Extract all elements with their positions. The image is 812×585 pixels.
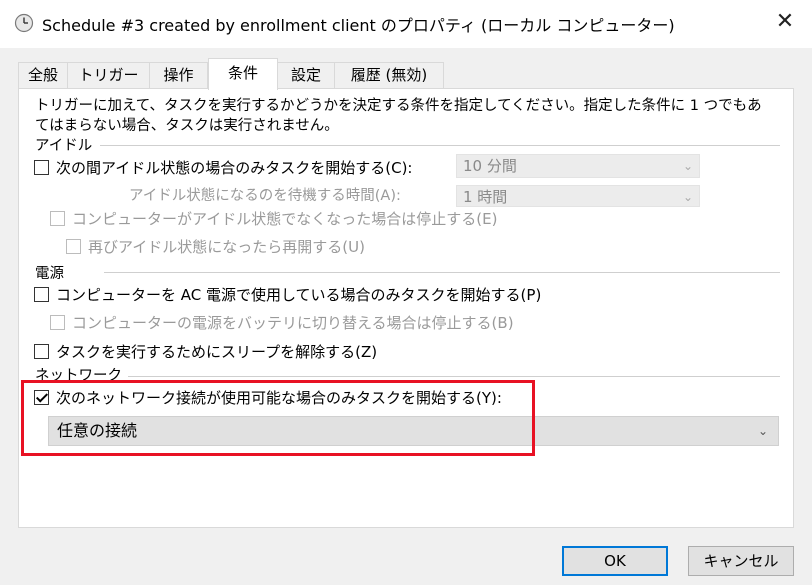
title-bar: Schedule #3 created by enrollment client…	[0, 0, 812, 48]
network-group-divider	[128, 376, 780, 377]
power-group-label: 電源	[35, 266, 64, 282]
wake-label: タスクを実行するためにスリープを解除する(Z)	[56, 343, 378, 361]
wake-option[interactable]: タスクを実行するためにスリープを解除する(Z)	[34, 341, 377, 362]
stop-on-battery-checkbox[interactable]	[50, 315, 65, 330]
stop-on-battery-label: コンピューターの電源をバッテリに切り替える場合は停止する(B)	[72, 314, 514, 332]
cancel-button[interactable]: キャンセル	[688, 546, 794, 576]
wait-duration-select[interactable]: 1 時間 ⌄	[456, 185, 700, 207]
chevron-down-icon: ⌄	[757, 424, 768, 438]
wait-duration-label: アイドル状態になるのを待機する時間(A):	[129, 188, 401, 204]
restart-on-idle-label: 再びアイドル状態になったら再開する(U)	[88, 238, 365, 256]
tab-history[interactable]: 履歴 (無効)	[334, 62, 444, 88]
chevron-down-icon: ⌄	[682, 190, 693, 204]
ok-button[interactable]: OK	[562, 546, 668, 576]
idle-group-label: アイドル	[35, 138, 93, 154]
highlight-box	[21, 380, 535, 456]
window-title: Schedule #3 created by enrollment client…	[42, 16, 675, 35]
chevron-down-icon: ⌄	[682, 159, 693, 173]
tab-general[interactable]: 全般	[18, 62, 68, 88]
idle-group-divider	[100, 145, 780, 146]
restart-on-idle-checkbox[interactable]	[66, 239, 81, 254]
close-icon: ✕	[775, 9, 795, 34]
restart-on-idle-option[interactable]: 再びアイドル状態になったら再開する(U)	[66, 236, 365, 257]
start-only-idle-option[interactable]: 次の間アイドル状態の場合のみタスクを開始する(C):	[34, 157, 412, 178]
tab-settings[interactable]: 設定	[277, 62, 335, 88]
power-group-divider	[104, 272, 780, 273]
clock-icon	[14, 13, 34, 33]
ac-power-option[interactable]: コンピューターを AC 電源で使用している場合のみタスクを開始する(P)	[34, 284, 541, 305]
tab-strip: 全般 トリガー 操作 条件 設定 履歴 (無効)	[0, 48, 812, 90]
idle-duration-select[interactable]: 10 分間 ⌄	[456, 154, 700, 178]
stop-on-idle-end-checkbox[interactable]	[50, 211, 65, 226]
idle-duration-value: 10 分間	[463, 157, 517, 175]
wait-duration-value: 1 時間	[463, 188, 508, 206]
wake-checkbox[interactable]	[34, 344, 49, 359]
ac-power-label: コンピューターを AC 電源で使用している場合のみタスクを開始する(P)	[56, 286, 542, 304]
start-only-idle-label: 次の間アイドル状態の場合のみタスクを開始する(C):	[56, 159, 413, 177]
tab-conditions[interactable]: 条件	[208, 58, 278, 90]
description-text: トリガーに加えて、タスクを実行するかどうかを決定する条件を指定してください。指定…	[35, 98, 762, 134]
stop-on-battery-option[interactable]: コンピューターの電源をバッテリに切り替える場合は停止する(B)	[50, 312, 514, 333]
tab-triggers[interactable]: トリガー	[67, 62, 150, 88]
start-only-idle-checkbox[interactable]	[34, 160, 49, 175]
tab-actions[interactable]: 操作	[149, 62, 208, 88]
ac-power-checkbox[interactable]	[34, 287, 49, 302]
stop-on-idle-end-option[interactable]: コンピューターがアイドル状態でなくなった場合は停止する(E)	[50, 208, 497, 229]
stop-on-idle-end-label: コンピューターがアイドル状態でなくなった場合は停止する(E)	[72, 210, 498, 228]
close-button[interactable]: ✕	[758, 0, 812, 44]
